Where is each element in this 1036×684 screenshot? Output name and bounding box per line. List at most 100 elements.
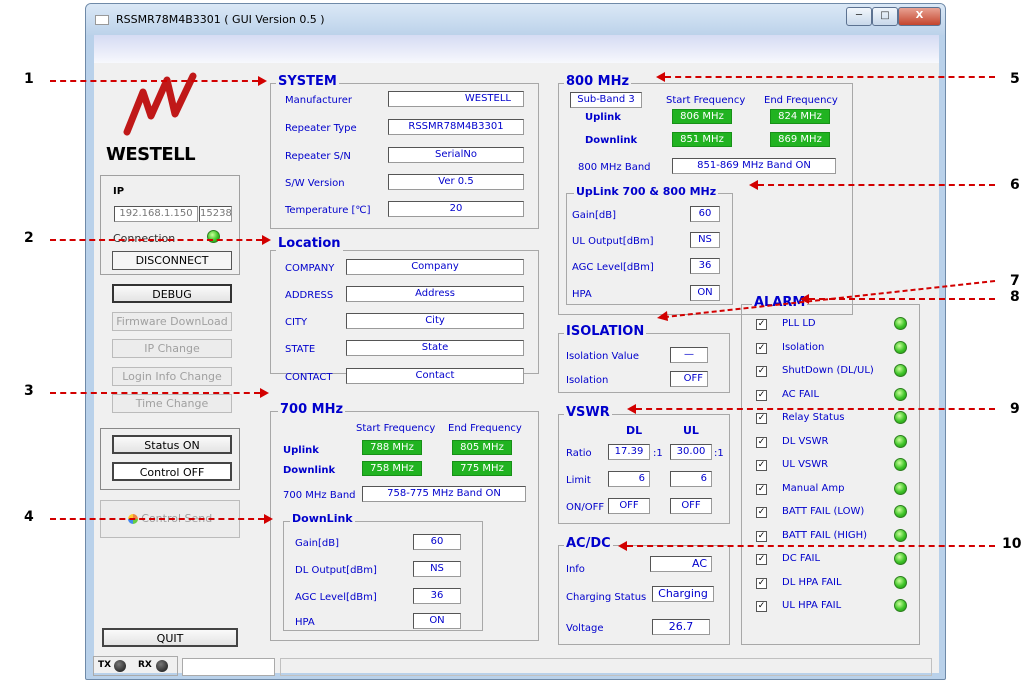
alarm-item-label: DL HPA FAIL bbox=[782, 576, 842, 588]
vswr-ratio-ul: 30.00 bbox=[670, 444, 712, 460]
charging-status-value: Charging bbox=[652, 586, 714, 602]
quit-button[interactable]: QUIT bbox=[102, 628, 238, 647]
vswr-ul-header: UL bbox=[683, 424, 699, 437]
callout-5: 5 bbox=[1010, 71, 1020, 87]
dl-hpa-value: ON bbox=[413, 613, 461, 629]
sw-version-value: Ver 0.5 bbox=[388, 174, 524, 190]
alarm-checkbox[interactable]: ✓ bbox=[756, 342, 767, 354]
mhz700-title: 700 MHz bbox=[278, 402, 346, 417]
callout-6: 6 bbox=[1010, 177, 1020, 193]
callout-8: 8 bbox=[1010, 289, 1020, 305]
port-input[interactable]: 15238 bbox=[199, 206, 232, 222]
alarm-checkbox[interactable]: ✓ bbox=[756, 413, 767, 424]
mhz700-band-value: 758-775 MHz Band ON bbox=[362, 486, 526, 502]
company-value: Company bbox=[346, 259, 524, 275]
alarm-item-label: ShutDown (DL/UL) bbox=[782, 365, 874, 376]
mhz800-title: 800 MHz bbox=[564, 74, 632, 89]
window-title: RSSMR78M4B3301 ( GUI Version 0.5 ) bbox=[116, 13, 325, 26]
maximize-button[interactable]: □ bbox=[872, 7, 898, 26]
company-label: COMPANY bbox=[285, 263, 335, 274]
alarm-checkbox[interactable]: ✓ bbox=[756, 577, 767, 589]
alarm-led-icon bbox=[894, 411, 907, 424]
alarm-checkbox[interactable]: ✓ bbox=[756, 601, 767, 612]
mhz800-uplink-start: 806 MHz bbox=[672, 109, 732, 124]
mhz700-start-header: Start Frequency bbox=[356, 423, 436, 434]
manufacturer-label: Manufacturer bbox=[285, 95, 352, 106]
mhz800-downlink-start: 851 MHz bbox=[672, 132, 732, 147]
alarm-item-label: Manual Amp bbox=[782, 482, 845, 494]
state-value: State bbox=[346, 340, 524, 356]
alarm-checkbox[interactable]: ✓ bbox=[756, 460, 767, 471]
app-icon bbox=[95, 15, 109, 25]
alarm-checkbox[interactable]: ✓ bbox=[756, 507, 767, 518]
callout-3: 3 bbox=[24, 383, 34, 399]
mhz700-uplink-start: 788 MHz bbox=[362, 440, 422, 455]
connection-led-icon bbox=[207, 230, 220, 243]
ul-output-value: NS bbox=[690, 232, 720, 248]
vswr-ratio-label: Ratio bbox=[566, 448, 592, 459]
time-change-button[interactable]: Time Change bbox=[112, 394, 232, 413]
alarm-led-icon bbox=[894, 434, 907, 448]
callout-2-line bbox=[50, 239, 262, 241]
callout-3-arrow-icon bbox=[260, 388, 269, 398]
voltage-label: Voltage bbox=[566, 623, 604, 634]
status-on-button[interactable]: Status ON bbox=[112, 435, 232, 454]
alarm-checkbox[interactable]: ✓ bbox=[756, 436, 767, 448]
callout-9: 9 bbox=[1010, 401, 1020, 417]
alarm-item-label: AC FAIL bbox=[782, 388, 820, 400]
callout-10: 10 bbox=[1002, 536, 1022, 552]
ip-change-button[interactable]: IP Change bbox=[112, 339, 232, 358]
dl-agc-value: 36 bbox=[413, 588, 461, 604]
minimize-button[interactable]: ─ bbox=[846, 7, 872, 26]
alarm-led-icon bbox=[894, 387, 907, 401]
alarm-checkbox[interactable]: ✓ bbox=[756, 530, 767, 542]
alarm-item-label: UL VSWR bbox=[782, 459, 829, 470]
debug-button[interactable]: DEBUG bbox=[112, 284, 232, 303]
rx-indicator-icon bbox=[156, 660, 168, 672]
vswr-limit-label: Limit bbox=[566, 475, 591, 486]
acdc-info-value: AC bbox=[650, 556, 712, 572]
vswr-ratio-dl-suffix: :1 bbox=[653, 448, 663, 459]
title-bar: RSSMR78M4B3301 ( GUI Version 0.5 ) ─ □ X bbox=[86, 4, 945, 35]
login-info-change-button[interactable]: Login Info Change bbox=[112, 367, 232, 386]
callout-8-line bbox=[809, 298, 995, 300]
vswr-limit-ul: 6 bbox=[670, 471, 712, 487]
alarm-led-icon bbox=[894, 575, 907, 589]
alarm-checkbox[interactable]: ✓ bbox=[756, 389, 767, 401]
alarm-item-label: DC FAIL bbox=[782, 553, 821, 564]
disconnect-button[interactable]: DISCONNECT bbox=[112, 251, 232, 270]
alarm-checkbox[interactable]: ✓ bbox=[756, 483, 767, 495]
vswr-onoff-label: ON/OFF bbox=[566, 502, 605, 513]
callout-5-arrow-icon bbox=[656, 72, 665, 82]
ip-input[interactable]: 192.168.1.150 bbox=[114, 206, 198, 222]
close-button[interactable]: X bbox=[898, 7, 941, 26]
mhz700-end-header: End Frequency bbox=[448, 423, 522, 434]
mhz700-downlink-label: Downlink bbox=[283, 465, 336, 476]
alarm-item-label: Isolation bbox=[782, 341, 825, 353]
callout-8-arrow-icon bbox=[800, 294, 809, 304]
temperature-value: 20 bbox=[388, 201, 524, 217]
alarm-led-icon bbox=[894, 481, 907, 495]
alarm-checkbox[interactable]: ✓ bbox=[756, 366, 767, 377]
mhz800-downlink-label: Downlink bbox=[585, 135, 638, 146]
callout-2: 2 bbox=[24, 230, 34, 246]
subband-value: Sub-Band 3 bbox=[570, 92, 642, 108]
address-value: Address bbox=[346, 286, 524, 302]
alarm-item-label: BATT FAIL (HIGH) bbox=[782, 529, 868, 541]
vswr-ratio-ul-suffix: :1 bbox=[714, 448, 724, 459]
firmware-download-button[interactable]: Firmware DownLoad bbox=[112, 312, 232, 331]
voltage-value: 26.7 bbox=[652, 619, 710, 635]
isolation-onoff-value: OFF bbox=[670, 371, 708, 387]
callout-9-arrow-icon bbox=[627, 404, 636, 414]
callout-1: 1 bbox=[24, 71, 34, 87]
control-off-button[interactable]: Control OFF bbox=[112, 462, 232, 481]
alarm-led-icon bbox=[894, 599, 907, 612]
alarm-led-icon bbox=[894, 528, 907, 542]
repeater-sn-label: Repeater S/N bbox=[285, 151, 351, 162]
alarm-item-label: UL HPA FAIL bbox=[782, 600, 842, 611]
callout-4-arrow-icon bbox=[264, 514, 273, 524]
alarm-checkbox[interactable]: ✓ bbox=[756, 554, 767, 565]
mhz700-uplink-label: Uplink bbox=[283, 445, 319, 456]
dl-agc-label: AGC Level[dBm] bbox=[295, 592, 377, 603]
uplink-title: UpLink 700 & 800 MHz bbox=[574, 185, 719, 199]
